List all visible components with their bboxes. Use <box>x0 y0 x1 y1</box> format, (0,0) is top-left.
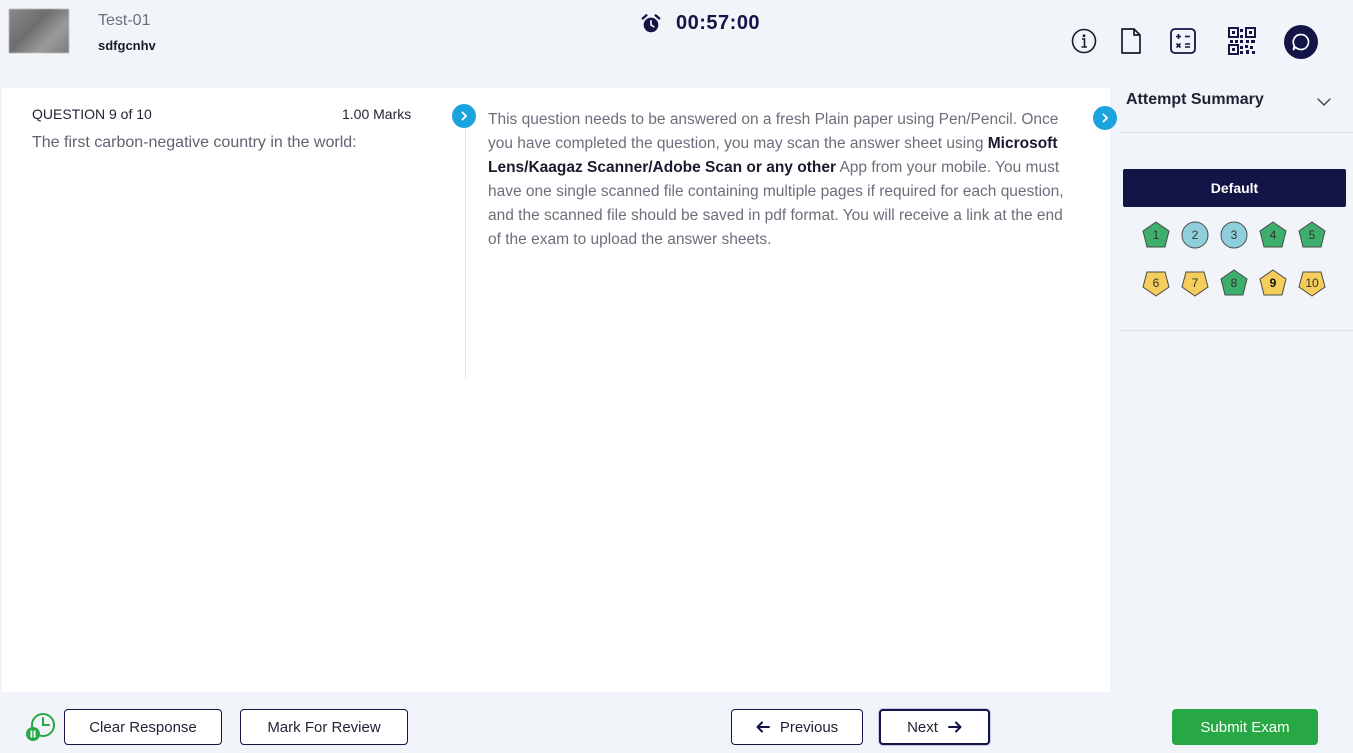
next-button[interactable]: Next <box>879 709 990 745</box>
question-nav-number: 9 <box>1269 276 1277 290</box>
attempt-summary-panel: Attempt Summary Default 1 2 3 4 5 6 7 8 9 10 <box>1112 85 1353 705</box>
timer-value: 00:57:00 <box>676 12 761 34</box>
arrow-right-icon <box>947 721 962 733</box>
calculator-icon <box>1170 28 1196 54</box>
clear-response-label: Clear Response <box>89 718 197 736</box>
clear-response-button[interactable]: Clear Response <box>64 709 222 745</box>
question-nav-10[interactable]: 10 <box>1297 268 1327 298</box>
arrow-left-icon <box>756 721 770 733</box>
pause-timer-icon[interactable] <box>25 710 57 742</box>
instructions-text-1: This question needs to be answered on a … <box>488 111 1059 152</box>
question-nav-7[interactable]: 7 <box>1180 268 1210 298</box>
previous-button[interactable]: Previous <box>731 709 863 745</box>
question-marks: 1.00 Marks <box>342 106 412 122</box>
chevron-right-icon <box>1102 113 1109 123</box>
question-nav-number: 3 <box>1230 228 1238 242</box>
calculator-button[interactable] <box>1168 26 1198 56</box>
panel-divider <box>465 118 466 378</box>
question-nav-1[interactable]: 1 <box>1141 220 1171 250</box>
timer: 00:57:00 <box>640 12 760 35</box>
question-nav-number: 7 <box>1191 276 1199 290</box>
expand-left-button[interactable] <box>452 104 476 128</box>
question-nav-number: 4 <box>1269 228 1277 242</box>
question-nav-9[interactable]: 9 <box>1258 268 1288 298</box>
chevron-down-icon[interactable] <box>1315 93 1333 111</box>
qr-code-icon <box>1228 27 1256 55</box>
question-nav-number: 10 <box>1305 276 1319 290</box>
chat-icon <box>1292 33 1310 51</box>
answer-instructions: This question needs to be answered on a … <box>488 108 1073 252</box>
question-nav-3[interactable]: 3 <box>1219 220 1249 250</box>
qr-code-button[interactable] <box>1227 26 1257 56</box>
avatar <box>9 9 69 53</box>
section-default-button[interactable]: Default <box>1123 169 1346 207</box>
question-nav-number: 5 <box>1308 228 1316 242</box>
info-button[interactable] <box>1069 26 1099 56</box>
question-nav-2[interactable]: 2 <box>1180 220 1210 250</box>
previous-label: Previous <box>779 718 839 736</box>
question-panel: QUESTION 9 of 10 1.00 Marks The first ca… <box>2 88 1117 692</box>
chat-button[interactable] <box>1284 25 1318 59</box>
question-nav-number: 8 <box>1230 276 1238 290</box>
question-text: The first carbon-negative country in the… <box>32 134 357 151</box>
sidebar-divider <box>1120 330 1353 331</box>
document-icon <box>1121 28 1141 54</box>
question-nav-4[interactable]: 4 <box>1258 220 1288 250</box>
submit-exam-label: Submit Exam <box>1200 718 1290 736</box>
sidebar-divider <box>1120 132 1353 133</box>
attempt-summary-title: Attempt Summary <box>1126 91 1264 108</box>
submit-exam-button[interactable]: Submit Exam <box>1172 709 1318 745</box>
chevron-right-icon <box>461 111 468 121</box>
question-nav-5[interactable]: 5 <box>1297 220 1327 250</box>
info-icon <box>1071 28 1097 54</box>
next-label: Next <box>907 718 938 736</box>
question-nav-6[interactable]: 6 <box>1141 268 1171 298</box>
mark-for-review-button[interactable]: Mark For Review <box>240 709 408 745</box>
test-name: Test-01 <box>98 12 151 29</box>
header: Test-01 sdfgcnhv 00:57:00 <box>0 0 1353 85</box>
question-number: QUESTION 9 of 10 <box>32 106 152 122</box>
user-name: sdfgcnhv <box>98 38 156 53</box>
alarm-clock-icon <box>641 13 661 32</box>
question-nav-8[interactable]: 8 <box>1219 268 1249 298</box>
question-nav-number: 6 <box>1152 276 1160 290</box>
mark-for-review-label: Mark For Review <box>267 718 381 736</box>
question-nav-number: 2 <box>1191 228 1199 242</box>
document-button[interactable] <box>1116 26 1146 56</box>
question-nav-number: 1 <box>1152 228 1160 242</box>
